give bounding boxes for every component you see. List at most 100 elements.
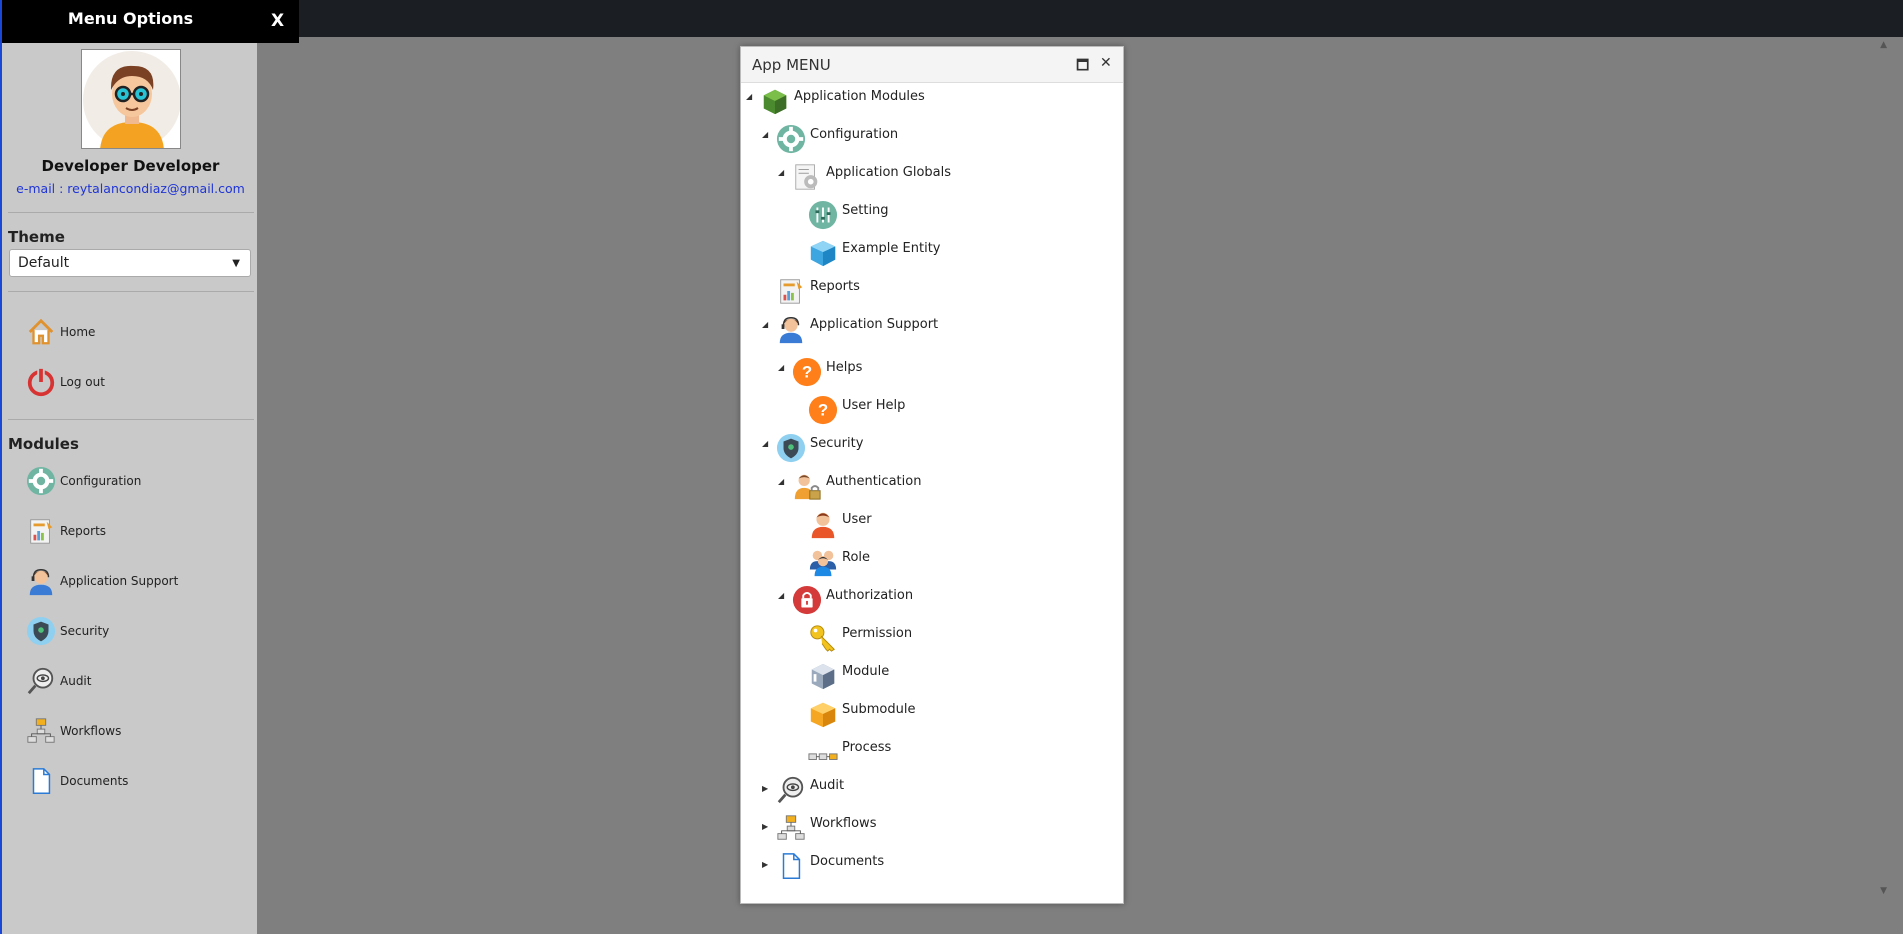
- help-icon: [806, 393, 840, 427]
- window-title: App MENU: [752, 56, 831, 74]
- gear-icon: [774, 122, 808, 156]
- tree-toggle-icon[interactable]: ◢: [762, 439, 768, 448]
- tree-node-authentication[interactable]: ◢ Authentication: [778, 469, 921, 505]
- tree-toggle-icon[interactable]: ◢: [778, 168, 784, 177]
- tree-toggle-icon[interactable]: ◢: [762, 130, 768, 139]
- user-lock-icon: [790, 469, 824, 503]
- tree-node-label: Authorization: [826, 588, 914, 603]
- shield-icon: [774, 431, 808, 465]
- tree-toggle-icon[interactable]: ▶: [762, 822, 768, 831]
- tree-node-user-help[interactable]: User Help: [794, 393, 905, 429]
- tree-toggle-icon[interactable]: ◢: [778, 591, 784, 600]
- key-icon: [806, 621, 840, 655]
- tree-node-label: Example Entity: [842, 241, 941, 256]
- tree-node-workflows[interactable]: ▶ Workflows: [762, 811, 876, 847]
- tree-node-module[interactable]: Module: [794, 659, 889, 695]
- module-item-label: Audit: [60, 674, 92, 688]
- tree-node-label: Audit: [810, 778, 845, 793]
- theme-select[interactable]: Default ▼: [9, 249, 251, 277]
- tree-node-label: Security: [810, 436, 864, 451]
- module-item-label: Reports: [60, 524, 107, 538]
- tree-node-label: User: [842, 512, 872, 527]
- tree-node-user[interactable]: User: [794, 507, 872, 543]
- tree-toggle-icon[interactable]: ▶: [762, 860, 768, 869]
- cube-blue-icon: [806, 236, 840, 270]
- side-menu-close-button[interactable]: X: [271, 11, 284, 31]
- tree-node-authorization[interactable]: ◢ Authorization: [778, 583, 913, 619]
- module-item-security[interactable]: Security: [24, 614, 109, 648]
- nav-item-logout[interactable]: Log out: [24, 365, 105, 399]
- module-item-label: Documents: [60, 774, 129, 788]
- tree-toggle-icon[interactable]: ◢: [762, 320, 768, 329]
- tree-node-helps[interactable]: ◢ Helps: [778, 355, 862, 391]
- workflow-icon: [24, 714, 58, 748]
- report-icon: [774, 274, 808, 308]
- tree-node-label: Workflows: [810, 816, 877, 831]
- tree-node-label: Module: [842, 664, 890, 679]
- module-item-reports[interactable]: Reports: [24, 514, 106, 548]
- tree-node-label: Setting: [842, 203, 889, 218]
- lock-icon: [790, 583, 824, 617]
- scroll-up-arrow-icon[interactable]: ▲: [1880, 40, 1887, 50]
- nav-item-home[interactable]: Home: [24, 315, 95, 349]
- module-item-audit[interactable]: Audit: [24, 664, 91, 698]
- theme-select-value: Default: [18, 255, 70, 271]
- tree-node-label: Permission: [842, 626, 913, 641]
- tree-toggle-icon[interactable]: ◢: [778, 477, 784, 486]
- tree-node-audit[interactable]: ▶ Audit: [762, 773, 844, 809]
- document-icon: [24, 764, 58, 798]
- tree-node-security[interactable]: ◢ Security: [762, 431, 863, 467]
- side-menu-panel: Menu Options X Developer Developer e-mai…: [0, 0, 299, 934]
- tree-node-setting[interactable]: Setting: [794, 198, 889, 234]
- tree-node-role[interactable]: Role: [794, 545, 870, 581]
- user-name: Developer Developer: [41, 157, 220, 175]
- box-icon: [806, 659, 840, 693]
- module-item-configuration[interactable]: Configuration: [24, 464, 141, 498]
- tree-node-application-support[interactable]: ◢ Application Support: [762, 312, 938, 348]
- window-titlebar[interactable]: App MENU 🗖 ✕: [741, 47, 1123, 83]
- close-icon[interactable]: ✕: [1100, 55, 1112, 71]
- home-icon: [24, 315, 58, 349]
- process-icon: [806, 735, 840, 769]
- tree-node-label: Configuration: [810, 127, 899, 142]
- tree-node-permission[interactable]: Permission: [794, 621, 912, 657]
- tree-node-label: Submodule: [842, 702, 916, 717]
- tree-node-documents[interactable]: ▶ Documents: [762, 849, 884, 885]
- module-item-documents[interactable]: Documents: [24, 764, 128, 798]
- tree-node-configuration[interactable]: ◢ Configuration: [762, 122, 898, 158]
- tree-node-label: Reports: [810, 279, 860, 294]
- module-item-label: Configuration: [60, 474, 142, 488]
- tree-node-example-entity[interactable]: Example Entity: [794, 236, 940, 272]
- tree-node-application-modules[interactable]: ◢ Application Modules: [746, 84, 925, 120]
- tree-toggle-icon[interactable]: ◢: [746, 92, 752, 101]
- module-item-application-support[interactable]: Application Support: [24, 564, 178, 598]
- document-icon: [774, 849, 808, 883]
- scroll-down-arrow-icon[interactable]: ▼: [1880, 886, 1887, 896]
- theme-label: Theme: [8, 228, 65, 246]
- divider: [8, 291, 254, 292]
- tree-node-submodule[interactable]: Submodule: [794, 697, 915, 733]
- divider: [8, 212, 254, 213]
- tree-node-process[interactable]: Process: [794, 735, 891, 771]
- cube-green-icon: [758, 84, 792, 118]
- tree-toggle-icon[interactable]: ◢: [778, 363, 784, 372]
- avatar: [81, 49, 181, 149]
- settings-doc-icon: [790, 160, 824, 194]
- tree-node-application-globals[interactable]: ◢ Application Globals: [778, 160, 951, 196]
- shield-icon: [24, 614, 58, 648]
- side-menu-header: Menu Options X: [2, 0, 299, 43]
- tree-node-reports[interactable]: Reports: [762, 274, 860, 310]
- tree-toggle-icon[interactable]: ▶: [762, 784, 768, 793]
- module-item-workflows[interactable]: Workflows: [24, 714, 121, 748]
- tree-node-label: Application Globals: [826, 165, 952, 180]
- side-menu-title: Menu Options: [67, 9, 194, 28]
- maximize-icon[interactable]: 🗖: [1076, 55, 1089, 79]
- app-menu-window: App MENU 🗖 ✕ ◢ Application Modules ◢ Con…: [740, 46, 1124, 904]
- user-email[interactable]: e-mail : reytalancondiaz@gmail.com: [2, 181, 259, 196]
- user-icon: [806, 507, 840, 541]
- tree-node-label: Application Support: [810, 317, 939, 332]
- chevron-down-icon: ▼: [232, 258, 240, 269]
- help-icon: [790, 355, 824, 389]
- avatar-image: [82, 50, 180, 148]
- nav-item-label: Log out: [60, 375, 105, 389]
